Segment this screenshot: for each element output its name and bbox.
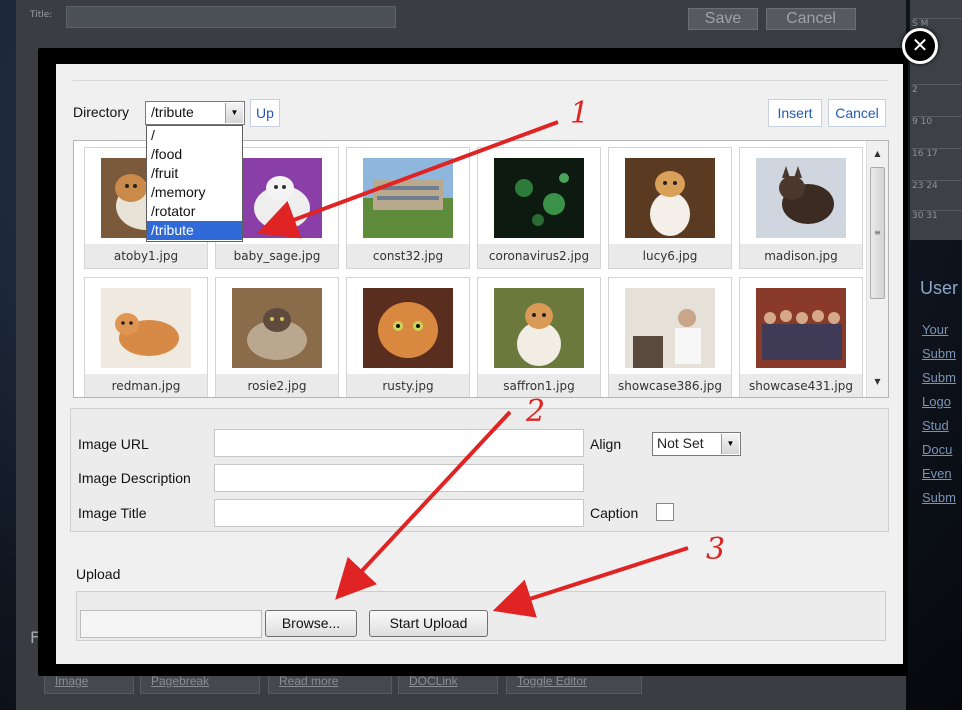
align-select[interactable]: Not Set ▼ [652,432,741,456]
image-url-field[interactable] [214,429,584,457]
image-thumbnail[interactable]: madison.jpg [739,147,863,269]
toolbar-divider [73,80,889,81]
speaker-photo [625,288,715,368]
sidebar-heading: User [920,278,959,298]
cancel-button[interactable]: Cancel [828,99,886,127]
microscope-photo [494,158,584,238]
image-title-field[interactable] [214,499,584,527]
sidebar-link: Even [922,466,952,481]
start-upload-button[interactable]: Start Upload [369,610,488,637]
image-thumbnail[interactable]: showcase386.jpg [608,277,732,397]
annotation-number-3: 3 [706,532,726,567]
cat-photo [232,158,322,238]
image-filename: coronavirus2.jpg [478,244,600,268]
sidebar-link: Stud [922,418,949,433]
calendar-row: 9 10 [912,116,962,138]
calendar-row: 2 [912,84,962,106]
calendar-row: 16 17 [912,148,962,170]
sidebar-link: Subm [922,490,956,505]
background-title-field [66,6,396,28]
image-title-label: Image Title [78,505,147,521]
directory-option[interactable]: /food [147,145,242,164]
sidebar-link: Docu [922,442,953,457]
calendar-row: 23 24 [912,180,962,202]
image-thumbnail[interactable]: rosie2.jpg [215,277,339,397]
image-thumbnail[interactable]: redman.jpg [84,277,208,397]
cat-photo [363,288,453,368]
image-url-label: Image URL [78,436,149,452]
image-thumbnail[interactable]: showcase431.jpg [739,277,863,397]
annotation-number-2: 2 [526,394,546,429]
annotation-number-1: 1 [570,96,590,131]
up-button[interactable]: Up [250,99,280,127]
scroll-up-icon[interactable]: ▲ [867,145,888,163]
chevron-down-icon[interactable]: ▼ [721,434,739,454]
image-filename: showcase386.jpg [609,374,731,397]
directory-option[interactable]: /rotator [147,202,242,221]
directory-option[interactable]: /fruit [147,164,242,183]
directory-select[interactable]: /tribute ▼ [145,101,245,125]
image-filename: const32.jpg [347,244,469,268]
directory-option[interactable]: /memory [147,183,242,202]
scroll-thumb[interactable]: ≡ [870,167,885,299]
cat-photo [494,288,584,368]
align-select-value: Not Set [657,435,704,451]
image-description-field[interactable] [214,464,584,492]
cat-photo [756,158,846,238]
sidebar-link: Logo [922,394,951,409]
directory-option-selected[interactable]: /tribute [147,221,242,240]
image-filename: showcase431.jpg [740,374,862,397]
align-label: Align [590,436,622,452]
background-cancel-button: Cancel [766,8,856,30]
image-thumbnail[interactable]: coronavirus2.jpg [477,147,601,269]
calendar-row: 30 31 [912,210,962,232]
cat-photo [232,288,322,368]
browse-button[interactable]: Browse... [265,610,357,637]
image-filename: baby_sage.jpg [216,244,338,268]
directory-option[interactable]: / [147,126,242,145]
insert-button[interactable]: Insert [768,99,822,127]
gallery-scrollbar[interactable]: ▲ ≡ ▼ [866,141,888,397]
building-photo [363,158,453,238]
scroll-down-icon[interactable]: ▼ [867,373,888,391]
directory-dropdown: / /food /fruit /memory /rotator /tribute [146,125,243,242]
image-thumbnail[interactable]: saffron1.jpg [477,277,601,397]
upload-label: Upload [76,566,121,582]
background-save-button: Save [688,8,758,30]
image-filename: rosie2.jpg [216,374,338,397]
image-filename: atoby1.jpg [85,244,207,268]
image-thumbnail[interactable]: const32.jpg [346,147,470,269]
close-icon[interactable]: ✕ [902,28,938,64]
directory-label: Directory [73,104,130,120]
image-filename: lucy6.jpg [609,244,731,268]
chevron-down-icon[interactable]: ▼ [225,103,243,123]
sidebar-link: Subm [922,346,956,361]
background-title-label: Title: [30,10,53,20]
caption-checkbox[interactable] [656,503,674,521]
sidebar-link: Subm [922,370,956,385]
image-thumbnail[interactable]: rusty.jpg [346,277,470,397]
directory-select-value: /tribute [151,104,194,120]
image-filename: redman.jpg [85,374,207,397]
cat-photo [101,288,191,368]
caption-label: Caption [590,505,639,521]
cat-photo [625,158,715,238]
image-filename: madison.jpg [740,244,862,268]
image-filename: rusty.jpg [347,374,469,397]
group-photo [756,288,846,368]
file-path-field[interactable] [80,610,262,638]
image-thumbnail[interactable]: lucy6.jpg [608,147,732,269]
image-description-label: Image Description [78,470,191,486]
sidebar-link: Your [922,322,949,337]
